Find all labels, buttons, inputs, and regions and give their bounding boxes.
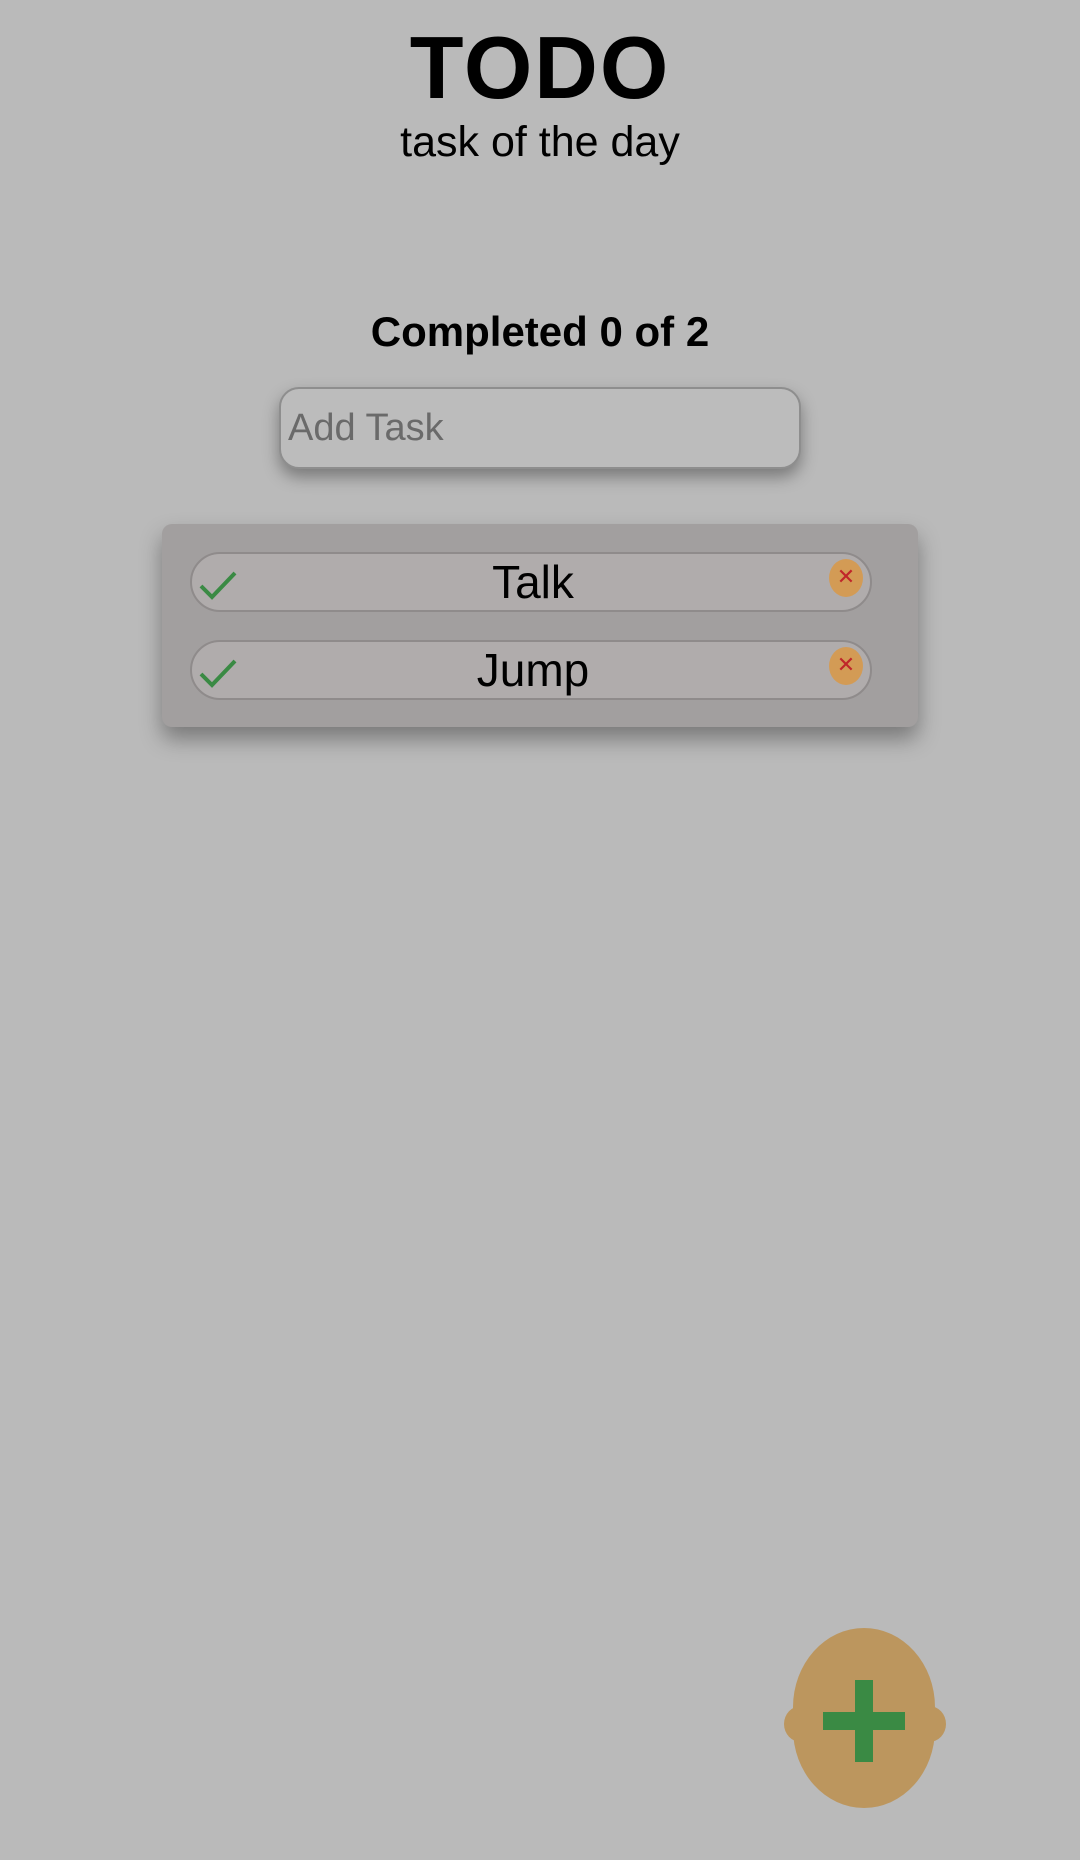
app-subtitle: task of the day: [400, 118, 680, 166]
task-item[interactable]: Jump ✕: [190, 640, 872, 700]
task-label: Talk: [492, 556, 574, 608]
close-icon: ✕: [836, 653, 856, 678]
task-item[interactable]: Talk ✕: [190, 552, 872, 612]
check-icon[interactable]: [198, 568, 238, 602]
delete-task-button[interactable]: ✕: [829, 647, 863, 685]
delete-task-button[interactable]: ✕: [829, 559, 863, 597]
app-title: TODO: [409, 18, 671, 117]
add-task-input[interactable]: [279, 387, 801, 469]
check-icon[interactable]: [198, 656, 238, 690]
plus-icon[interactable]: [823, 1680, 905, 1762]
progress-counter: Completed 0 of 2: [370, 308, 710, 355]
task-list: Talk ✕ Jump ✕: [162, 524, 918, 727]
close-icon: ✕: [836, 565, 856, 590]
task-label: Jump: [476, 644, 590, 696]
